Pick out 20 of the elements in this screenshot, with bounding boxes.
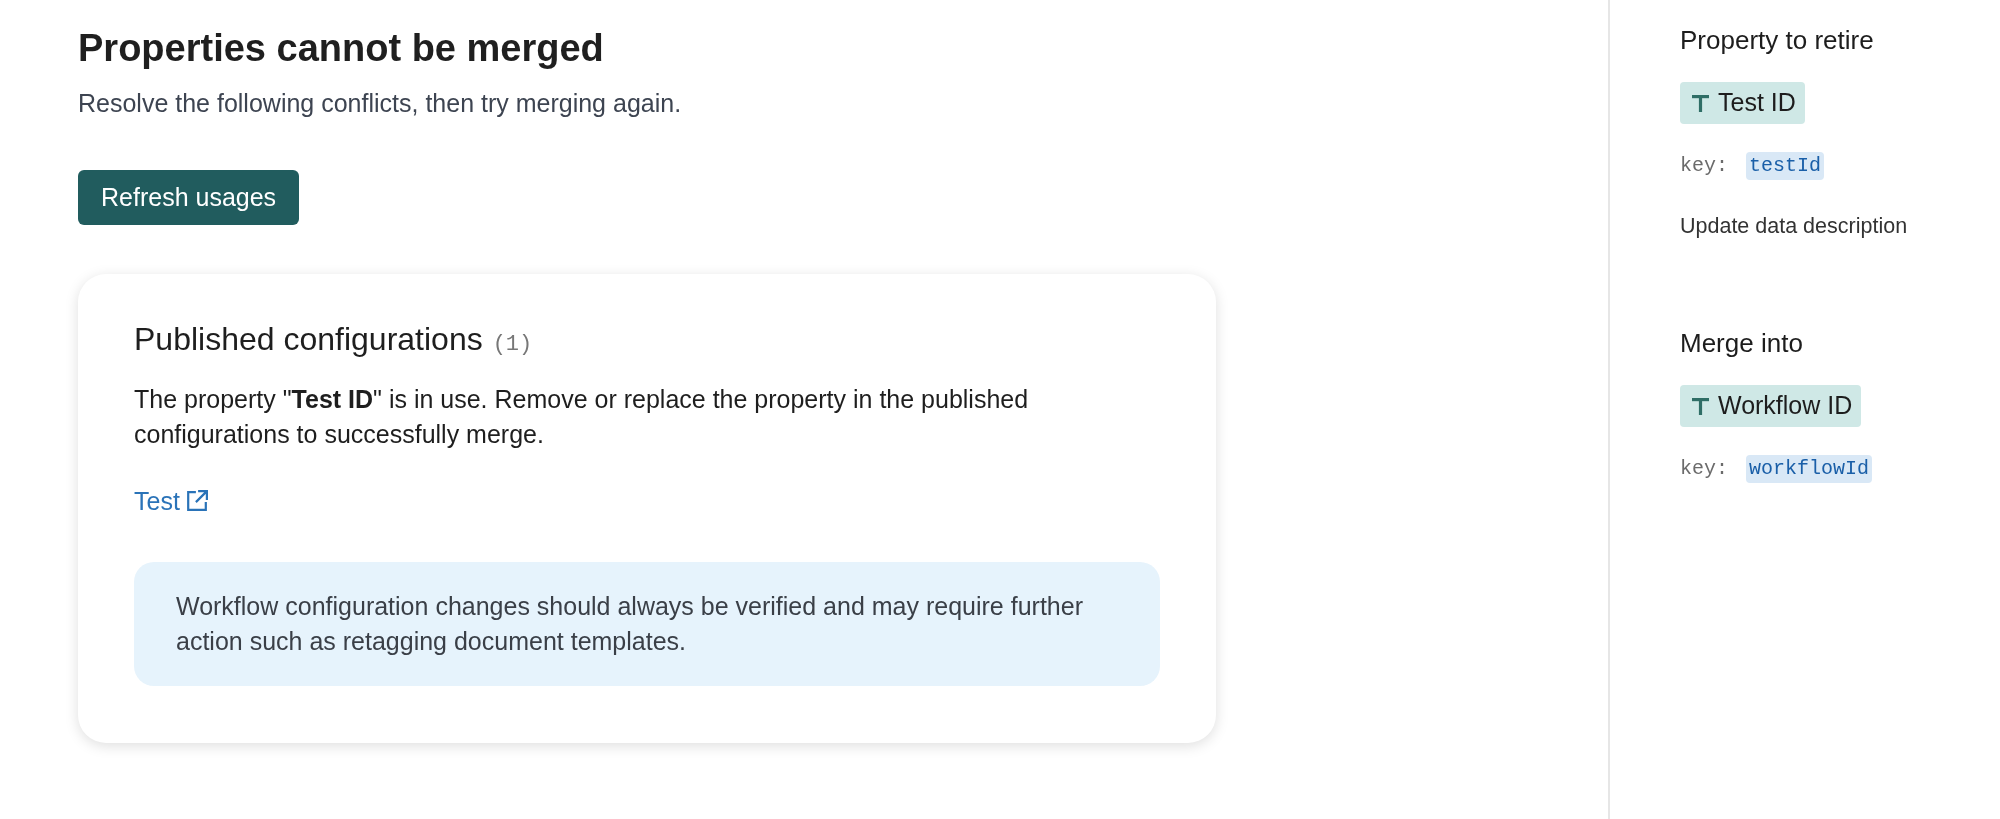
key-label: key:	[1680, 153, 1728, 179]
page-title: Properties cannot be merged	[78, 26, 604, 71]
update-description-link[interactable]: Update data description	[1680, 212, 1908, 240]
conflict-message: The property "Test ID" is in use. Remove or replace the property in the published configurations to successfully merge.	[134, 384, 1030, 450]
property-key: workflowId	[1746, 455, 1873, 483]
info-notice: Workflow configuration changes should always be verified and may require further action such as retagging document templates.	[134, 562, 1160, 686]
property-heading: Merge into	[1680, 327, 1803, 359]
external-link-icon	[185, 490, 208, 512]
text-type-icon	[1692, 397, 1709, 415]
section-title: Published configurations	[134, 320, 483, 359]
property-heading: Property to retire	[1680, 24, 1874, 56]
property-key: testId	[1746, 152, 1825, 180]
configuration-link[interactable]: Test	[134, 485, 208, 517]
text-type-icon	[1692, 94, 1709, 112]
property-name: Workflow ID	[1718, 390, 1853, 422]
refresh-usages-button[interactable]: Refresh usages	[78, 170, 300, 225]
key-label: key:	[1680, 456, 1728, 482]
count-label: (1)	[492, 331, 533, 359]
property-name: Test ID	[1718, 87, 1796, 119]
page-subtitle: Resolve the following conflicts, then try merging again.	[78, 88, 682, 119]
